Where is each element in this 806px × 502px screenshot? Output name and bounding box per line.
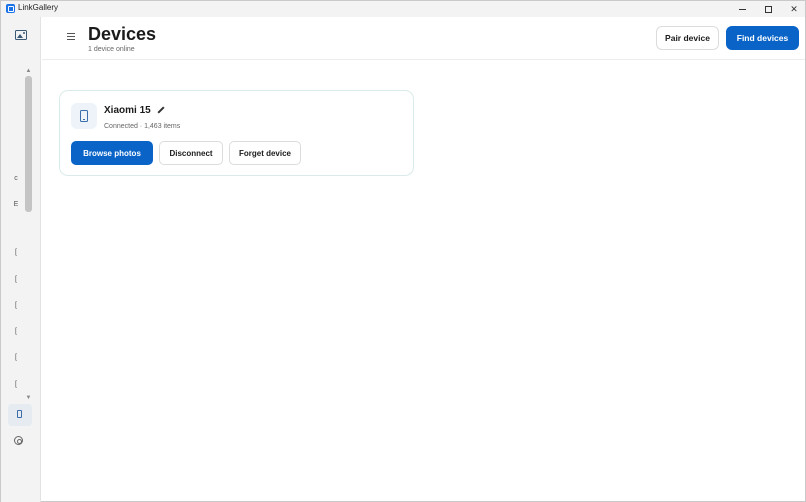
device-card: Xiaomi 15 Connected · 1,463 items Browse… [59, 90, 414, 176]
device-thumbnail [71, 103, 97, 129]
maximize-button[interactable] [755, 1, 781, 17]
rail-item-glyph[interactable]: E [13, 201, 19, 208]
nav-rail: ▲ ▼ c E [ [ [ [ [ [ [1, 17, 41, 502]
rail-item-glyph[interactable]: [ [13, 328, 19, 335]
device-name: Xiaomi 15 [104, 105, 151, 116]
gear-icon[interactable] [14, 436, 23, 445]
rail-item-glyph[interactable]: [ [13, 302, 19, 309]
rail-item-glyph[interactable]: [ [13, 354, 19, 361]
close-button[interactable]: ✕ [781, 1, 806, 17]
find-devices-button[interactable]: Find devices [726, 26, 799, 50]
page-subtitle: 1 device online [88, 46, 135, 53]
pencil-icon [157, 106, 165, 114]
rail-scrollbar[interactable]: ▲ ▼ [24, 67, 33, 402]
rail-item-glyph[interactable]: [ [13, 249, 19, 256]
scroll-up-icon[interactable]: ▲ [24, 67, 33, 75]
scroll-down-icon[interactable]: ▼ [24, 394, 33, 402]
phone-icon [17, 410, 22, 418]
device-status: Connected · 1,463 items [104, 123, 181, 130]
menu-icon[interactable] [67, 33, 75, 40]
rename-button[interactable] [154, 103, 168, 117]
rail-item-glyph[interactable]: [ [13, 381, 19, 388]
minimize-button[interactable] [729, 1, 755, 17]
rail-item-devices[interactable] [8, 404, 32, 426]
disconnect-button[interactable]: Disconnect [159, 141, 223, 165]
maximize-icon [764, 5, 772, 13]
app-window: LinkGallery ✕ ▲ ▼ c E [ [ [ [ [ [ Device… [0, 0, 806, 502]
phone-icon [80, 110, 88, 122]
minimize-icon [738, 9, 746, 10]
gallery-icon[interactable] [15, 30, 27, 40]
scroll-thumb[interactable] [25, 76, 32, 212]
app-logo-icon [6, 4, 15, 13]
title-bar: LinkGallery ✕ [1, 1, 805, 17]
pair-device-button[interactable]: Pair device [656, 26, 719, 50]
browse-photos-button[interactable]: Browse photos [71, 141, 153, 165]
page-title: Devices [88, 24, 157, 44]
page-header: Devices 1 device online Pair device Find… [42, 17, 805, 60]
content-scrollbar[interactable] [796, 61, 804, 502]
rail-item-glyph[interactable]: [ [13, 276, 19, 283]
app-title: LinkGallery [18, 3, 59, 12]
forget-device-button[interactable]: Forget device [229, 141, 301, 165]
rail-item-glyph[interactable]: c [13, 175, 19, 182]
